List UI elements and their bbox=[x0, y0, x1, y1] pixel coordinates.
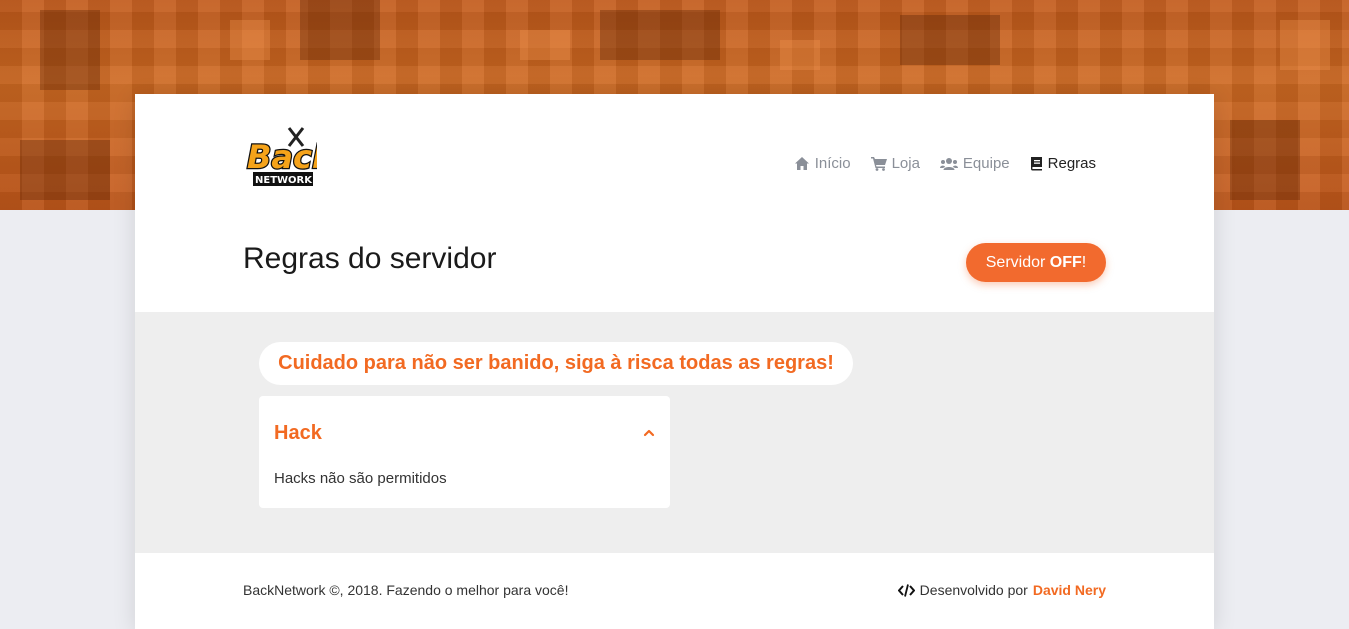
main-nav: Início Loja Equipe Regras bbox=[794, 152, 1096, 174]
server-status-value: OFF bbox=[1049, 253, 1082, 271]
logo[interactable]: Back NETWORK bbox=[245, 124, 336, 196]
nav-item-equipe[interactable]: Equipe bbox=[939, 154, 1010, 172]
users-icon bbox=[939, 157, 958, 170]
svg-text:NETWORK: NETWORK bbox=[255, 175, 313, 186]
nav-item-loja[interactable]: Loja bbox=[870, 154, 920, 172]
nav-label: Início bbox=[814, 154, 851, 172]
logo-image: Back NETWORK bbox=[246, 127, 336, 186]
warning-banner: Cuidado para não ser banido, siga à risc… bbox=[259, 342, 853, 385]
code-icon bbox=[897, 583, 915, 597]
server-status-suffix: ! bbox=[1081, 253, 1087, 271]
book-icon bbox=[1030, 156, 1042, 170]
nav-item-regras[interactable]: Regras bbox=[1030, 155, 1096, 172]
nav-item-inicio[interactable]: Início bbox=[794, 155, 851, 172]
developer-credit: Desenvolvido por David Nery bbox=[897, 582, 1106, 598]
rule-title[interactable]: Hack bbox=[274, 422, 322, 445]
nav-label: Regras bbox=[1047, 154, 1096, 172]
cart-icon bbox=[870, 156, 887, 171]
server-status-prefix: Servidor bbox=[985, 253, 1050, 271]
svg-text:Back: Back bbox=[247, 138, 317, 176]
copyright-text: BackNetwork ©, 2018. Fazendo o melhor pa… bbox=[243, 582, 569, 598]
rule-card: Hack Hacks não são permitidos bbox=[259, 396, 670, 508]
developer-prefix: Desenvolvido por bbox=[919, 582, 1028, 598]
developer-link[interactable]: David Nery bbox=[1033, 582, 1106, 598]
page-header: Back NETWORK Início Loja Equipe Regras bbox=[135, 94, 1214, 312]
home-icon bbox=[794, 156, 809, 170]
rules-section: Cuidado para não ser banido, siga à risc… bbox=[135, 312, 1214, 553]
page-footer: BackNetwork ©, 2018. Fazendo o melhor pa… bbox=[135, 553, 1214, 629]
page-title: Regras do servidor bbox=[243, 242, 497, 275]
nav-label: Loja bbox=[891, 154, 920, 172]
nav-label: Equipe bbox=[962, 154, 1010, 172]
rule-description: Hacks não são permitidos bbox=[274, 470, 447, 487]
main-card: Back NETWORK Início Loja Equipe Regras bbox=[135, 94, 1214, 629]
server-status-button[interactable]: Servidor OFF! bbox=[966, 243, 1106, 282]
chevron-up-icon[interactable] bbox=[642, 426, 656, 438]
